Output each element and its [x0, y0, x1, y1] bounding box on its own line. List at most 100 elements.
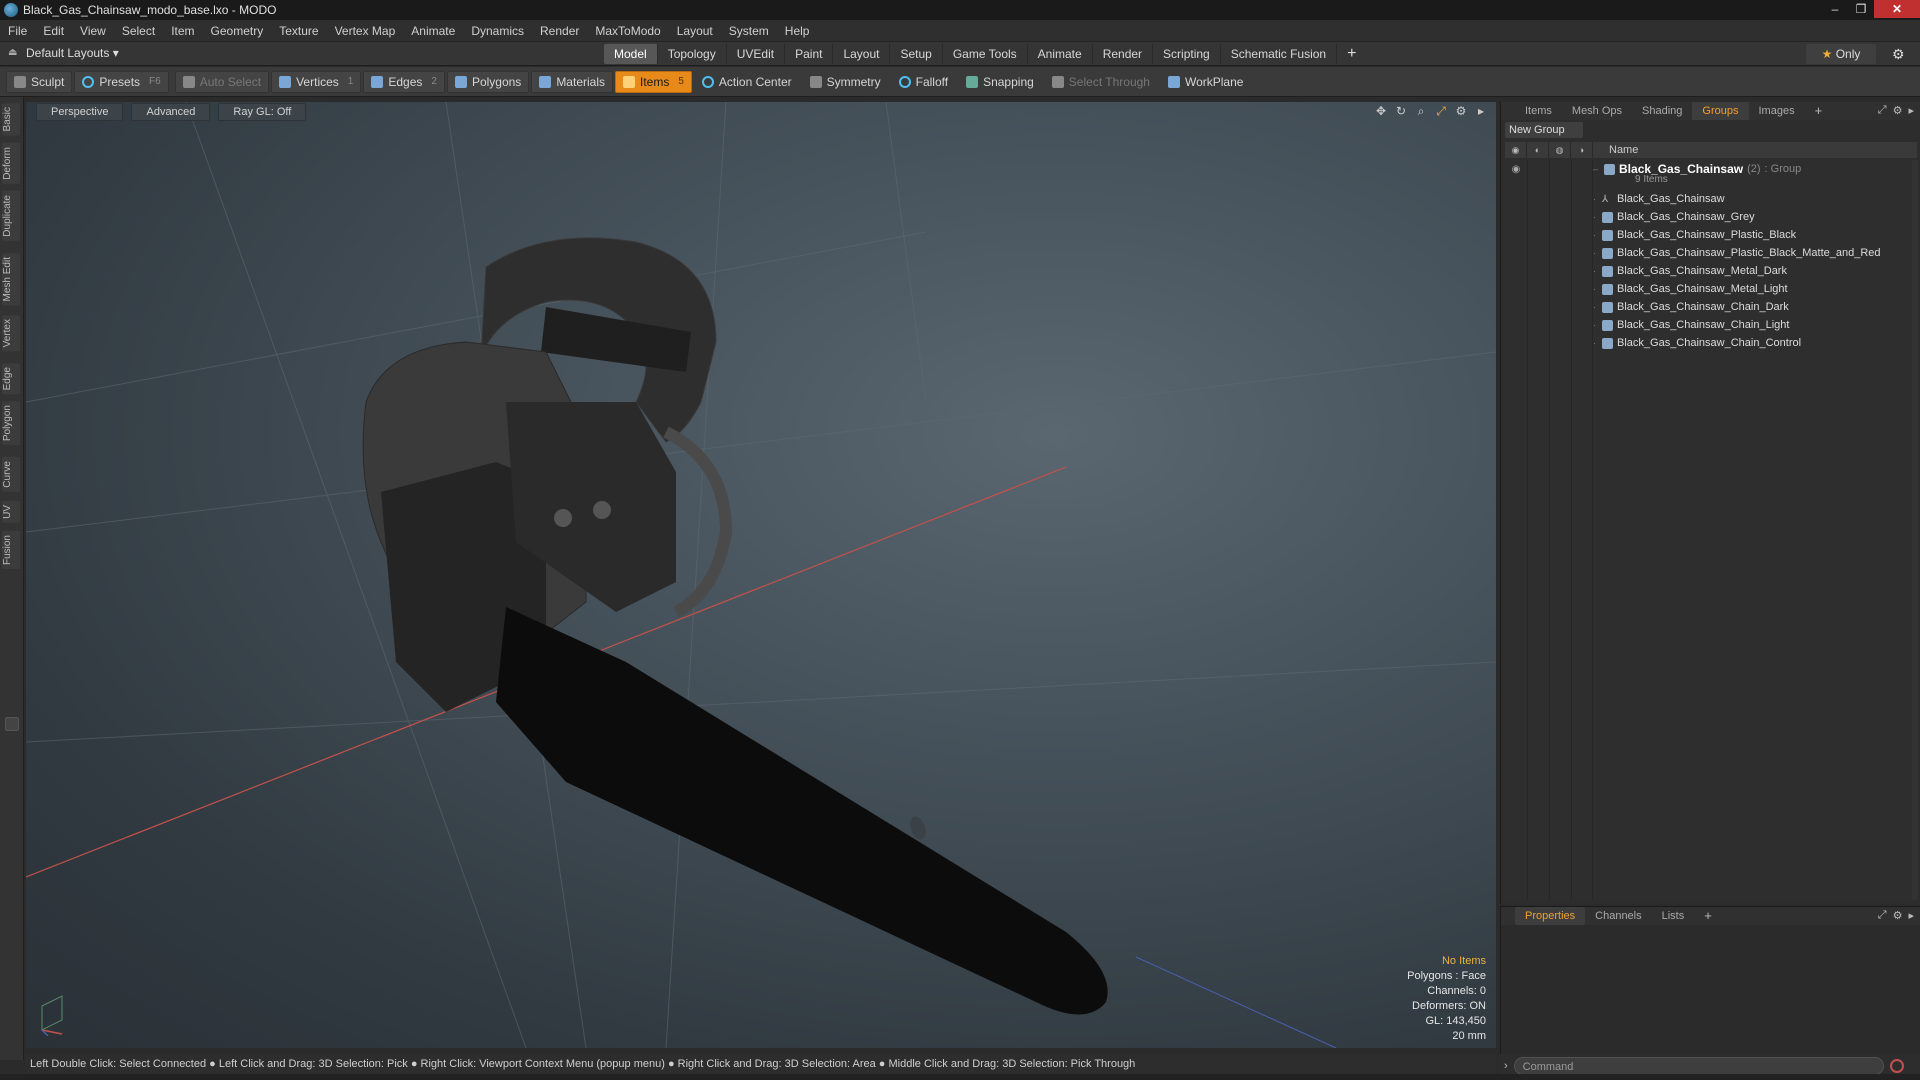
- tab-shading[interactable]: Shading: [1632, 102, 1692, 120]
- vtab-uv[interactable]: UV: [2, 501, 20, 523]
- tab-lists[interactable]: Lists: [1652, 907, 1695, 925]
- collapse-icon[interactable]: –: [1593, 164, 1598, 174]
- maximize-button[interactable]: ❐: [1848, 0, 1874, 18]
- add-panel-tab-button[interactable]: +: [1805, 102, 1833, 120]
- list-item[interactable]: · Black_Gas_Chainsaw_Metal_Dark: [1593, 262, 1787, 280]
- presets-button[interactable]: Presets F6: [74, 70, 169, 93]
- add-properties-tab-button[interactable]: +: [1694, 907, 1722, 925]
- tab-groups[interactable]: Groups: [1692, 102, 1749, 120]
- view-perspective-button[interactable]: Perspective: [36, 103, 124, 121]
- lock-col-icon[interactable]: ◍: [1549, 142, 1571, 158]
- list-item[interactable]: · Black_Gas_Chainsaw_Plastic_Black_Matte…: [1593, 244, 1881, 262]
- close-button[interactable]: ✕: [1874, 0, 1920, 18]
- vtab-curve[interactable]: Curve: [2, 457, 20, 492]
- rotate-view-icon[interactable]: ↻: [1394, 104, 1408, 118]
- menu-select[interactable]: Select: [114, 24, 163, 38]
- menu-animate[interactable]: Animate: [403, 24, 463, 38]
- tab-images[interactable]: Images: [1749, 102, 1805, 120]
- materials-button[interactable]: Materials: [531, 70, 613, 93]
- tab-topology[interactable]: Topology: [658, 44, 727, 64]
- auto-select-button[interactable]: Auto Select: [174, 70, 270, 93]
- properties-menu-icon[interactable]: ▸: [1908, 909, 1914, 922]
- tab-items[interactable]: Items: [1515, 102, 1562, 120]
- tab-properties[interactable]: Properties: [1515, 907, 1586, 925]
- view-advanced-button[interactable]: Advanced: [131, 103, 211, 121]
- vtab-duplicate[interactable]: Duplicate: [2, 191, 20, 241]
- raygl-toggle[interactable]: Ray GL: Off: [218, 103, 307, 121]
- tab-model[interactable]: Model: [604, 44, 658, 64]
- menu-file[interactable]: File: [0, 24, 35, 38]
- name-column-header[interactable]: Name: [1593, 144, 1638, 156]
- vertices-button[interactable]: Vertices 1: [271, 70, 362, 93]
- panel-toggle-button[interactable]: [5, 717, 19, 731]
- visibility-col-icon[interactable]: ◉: [1505, 142, 1527, 158]
- vtab-mesh-edit[interactable]: Mesh Edit: [2, 253, 20, 306]
- tab-channels[interactable]: Channels: [1585, 907, 1651, 925]
- expand-properties-icon[interactable]: ⤢: [1878, 909, 1887, 922]
- falloff-button[interactable]: Falloff: [891, 71, 956, 93]
- menu-maxtomodo[interactable]: MaxToModo: [587, 24, 668, 38]
- properties-settings-icon[interactable]: ⚙: [1893, 909, 1903, 922]
- command-input[interactable]: Command: [1513, 1057, 1884, 1075]
- menu-texture[interactable]: Texture: [271, 24, 326, 38]
- add-tab-button[interactable]: +: [1337, 44, 1366, 64]
- chainsaw-model[interactable]: [362, 237, 1108, 1015]
- list-item[interactable]: · ⅄ Black_Gas_Chainsaw: [1593, 190, 1725, 208]
- command-history-icon[interactable]: ›: [1504, 1060, 1508, 1072]
- edges-button[interactable]: Edges 2: [363, 70, 445, 93]
- menu-edit[interactable]: Edit: [35, 24, 72, 38]
- workplane-button[interactable]: WorkPlane: [1160, 71, 1251, 93]
- gear-icon[interactable]: ⚙: [1892, 46, 1908, 62]
- viewport-expand-icon[interactable]: ▸: [1474, 104, 1488, 118]
- panel-settings-icon[interactable]: ⚙: [1893, 104, 1903, 117]
- list-item[interactable]: · Black_Gas_Chainsaw_Chain_Control: [1593, 334, 1801, 352]
- tab-game-tools[interactable]: Game Tools: [943, 44, 1028, 64]
- list-item[interactable]: · Black_Gas_Chainsaw_Chain_Light: [1593, 316, 1789, 334]
- symmetry-button[interactable]: Symmetry: [802, 71, 889, 93]
- fit-view-icon[interactable]: ⤢: [1434, 104, 1448, 118]
- default-layouts-dropdown[interactable]: Default Layouts ▾: [26, 46, 119, 60]
- group-row[interactable]: – Black_Gas_Chainsaw (2) : Group: [1593, 160, 1801, 178]
- tab-mesh-ops[interactable]: Mesh Ops: [1562, 102, 1632, 120]
- list-item[interactable]: · Black_Gas_Chainsaw_Plastic_Black: [1593, 226, 1796, 244]
- snapping-button[interactable]: Snapping: [958, 71, 1042, 93]
- minimize-button[interactable]: –: [1822, 0, 1848, 18]
- tab-scripting[interactable]: Scripting: [1153, 44, 1221, 64]
- menu-item[interactable]: Item: [163, 24, 202, 38]
- menu-help[interactable]: Help: [777, 24, 818, 38]
- select-through-button[interactable]: Select Through: [1044, 71, 1158, 93]
- tab-setup[interactable]: Setup: [890, 44, 943, 64]
- pin-icon[interactable]: ⏏: [8, 47, 18, 59]
- only-toggle[interactable]: ★ Only: [1806, 44, 1876, 64]
- tab-paint[interactable]: Paint: [785, 44, 834, 64]
- move-view-icon[interactable]: ✥: [1374, 104, 1388, 118]
- expand-panel-icon[interactable]: ⤢: [1878, 104, 1887, 117]
- vtab-basic[interactable]: Basic: [2, 103, 20, 136]
- menu-render[interactable]: Render: [532, 24, 587, 38]
- group-visibility-icon[interactable]: ◉: [1509, 164, 1523, 178]
- sculpt-button[interactable]: Sculpt: [6, 70, 73, 93]
- tab-schematic-fusion[interactable]: Schematic Fusion: [1221, 44, 1338, 64]
- menu-geometry[interactable]: Geometry: [203, 24, 272, 38]
- tab-uvedit[interactable]: UVEdit: [727, 44, 786, 64]
- panel-menu-icon[interactable]: ▸: [1908, 104, 1914, 117]
- vtab-polygon[interactable]: Polygon: [2, 401, 20, 446]
- vtab-fusion[interactable]: Fusion: [2, 531, 20, 570]
- vtab-deform[interactable]: Deform: [2, 143, 20, 184]
- menu-layout[interactable]: Layout: [669, 24, 721, 38]
- list-item[interactable]: · Black_Gas_Chainsaw_Grey: [1593, 208, 1755, 226]
- render-col-icon[interactable]: ◐: [1527, 142, 1549, 158]
- new-group-button[interactable]: New Group: [1505, 122, 1583, 138]
- menu-view[interactable]: View: [72, 24, 114, 38]
- tab-render[interactable]: Render: [1093, 44, 1154, 64]
- items-button[interactable]: Items 5: [615, 70, 692, 93]
- menu-vertex-map[interactable]: Vertex Map: [327, 24, 404, 38]
- vtab-vertex[interactable]: Vertex: [2, 315, 20, 352]
- vtab-edge[interactable]: Edge: [2, 363, 20, 395]
- record-macro-icon[interactable]: [1889, 1059, 1904, 1073]
- menu-dynamics[interactable]: Dynamics: [463, 24, 532, 38]
- list-item[interactable]: · Black_Gas_Chainsaw_Chain_Dark: [1593, 298, 1789, 316]
- 3d-viewport[interactable]: Perspective Advanced Ray GL: Off ✥ ↻ ⌕ ⤢…: [26, 102, 1496, 1048]
- select-col-icon[interactable]: ◑: [1571, 142, 1593, 158]
- zoom-view-icon[interactable]: ⌕: [1414, 104, 1428, 118]
